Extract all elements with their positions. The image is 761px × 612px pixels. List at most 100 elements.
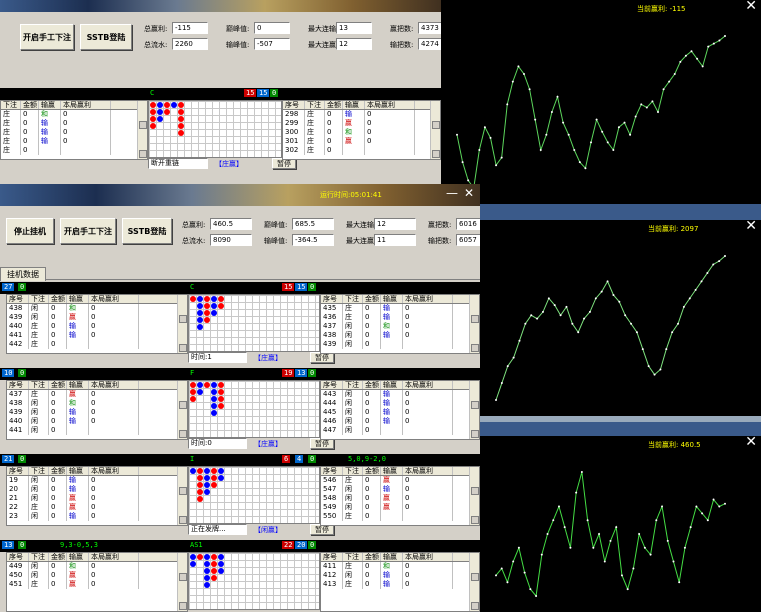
left-table[interactable]: 序号 下注 金额 输赢 本局赢利 19 闲 0 输 0 20 闲 0 输 0 21 闲 0 赢 0 22 庄 0 赢 0 23 闲 0… <box>6 466 188 526</box>
table-row[interactable]: 437 庄 0 赢 0 <box>7 390 187 399</box>
scroll-up-icon[interactable] <box>139 121 147 129</box>
table-row[interactable]: 435 庄 0 输 0 <box>321 304 479 313</box>
w1-button-0[interactable]: 开启手工下注 <box>20 24 74 50</box>
scroll-down-icon[interactable] <box>432 150 440 158</box>
w2-button-0[interactable]: 停止挂机 <box>6 218 54 244</box>
scrollbar[interactable] <box>469 381 479 439</box>
right-table[interactable]: 序号 下注 金额 输赢 本局赢利 546 庄 0 赢 0 547 闲 0 输 0 548 闲 0 赢 0 549 闲 0 赢 0… <box>320 466 480 526</box>
table-row[interactable]: 547 闲 0 输 0 <box>321 485 479 494</box>
scroll-up-icon[interactable] <box>179 401 187 409</box>
scroll-up-icon[interactable] <box>179 487 187 495</box>
scroll-up-icon[interactable] <box>471 315 479 323</box>
table-row[interactable]: 22 庄 0 赢 0 <box>7 503 187 512</box>
table-row[interactable]: 436 庄 0 输 0 <box>321 313 479 322</box>
scrollbar[interactable] <box>469 467 479 525</box>
scrollbar[interactable] <box>177 295 187 353</box>
table-row[interactable]: 450 闲 0 赢 0 <box>7 571 187 580</box>
scroll-up-icon[interactable] <box>471 401 479 409</box>
scrollbar[interactable] <box>137 101 147 159</box>
left-table[interactable]: 序号 下注 金额 输赢 本局赢利 438 闲 0 和 0 439 闲 0 赢 0 440 庄 0 输 0 441 庄 0 输 0… <box>6 294 188 354</box>
scroll-up-icon[interactable] <box>471 487 479 495</box>
scrollbar[interactable] <box>177 553 187 611</box>
table-row[interactable]: 300 庄 0 和 0 <box>283 128 440 137</box>
table-row[interactable]: 441 庄 0 输 0 <box>7 331 187 340</box>
scroll-down-icon[interactable] <box>179 516 187 524</box>
scroll-up-icon[interactable] <box>179 315 187 323</box>
table-cell: 庄 <box>29 390 49 399</box>
table-row[interactable]: 437 闲 0 和 0 <box>321 322 479 331</box>
scroll-down-icon[interactable] <box>139 150 147 158</box>
table-row[interactable]: 庄0和0 <box>1 110 147 119</box>
table-row[interactable]: 441 闲 0 <box>7 426 187 435</box>
scroll-down-icon[interactable] <box>471 602 479 610</box>
table-row[interactable]: 21 闲 0 赢 0 <box>7 494 187 503</box>
table-row[interactable]: 439 闲 0 赢 0 <box>7 313 187 322</box>
w2-button-1[interactable]: 开启手工下注 <box>60 218 116 244</box>
table-row[interactable]: 23 闲 0 输 0 <box>7 512 187 521</box>
table-row[interactable]: 庄0 <box>1 146 147 155</box>
table-row[interactable]: 庄0输0 <box>1 119 147 128</box>
scroll-up-icon[interactable] <box>432 121 440 129</box>
tab-hanging-data[interactable]: 挂机数据 <box>0 267 46 281</box>
table-row[interactable]: 451 庄 0 赢 0 <box>7 580 187 589</box>
left-table[interactable]: 序号 下注 金额 输赢 本局赢利 449 闲 0 和 0 450 闲 0 赢 0 451 庄 0 赢 0 <box>6 552 188 612</box>
table-row[interactable]: 446 闲 0 输 0 <box>321 417 479 426</box>
table-row[interactable]: 443 闲 0 输 0 <box>321 390 479 399</box>
scroll-down-icon[interactable] <box>471 344 479 352</box>
table-row[interactable]: 庄0输0 <box>1 128 147 137</box>
table-row[interactable]: 438 闲 0 输 0 <box>321 331 479 340</box>
table-row[interactable]: 411 庄 0 和 0 <box>321 562 479 571</box>
scrollbar[interactable] <box>177 381 187 439</box>
minimize-icon[interactable]: — <box>446 186 458 200</box>
table-row[interactable]: 449 闲 0 和 0 <box>7 562 187 571</box>
right-table[interactable]: 序号 下注 金额 输赢 本局赢利 411 庄 0 和 0 412 闲 0 输 0 413 庄 0 输 0 <box>320 552 480 612</box>
right-table[interactable]: 序号 下注 金额 输赢 本局赢利 435 庄 0 输 0 436 庄 0 输 0 437 闲 0 和 0 438 闲 0 输 0… <box>320 294 480 354</box>
table-row[interactable]: 549 闲 0 赢 0 <box>321 503 479 512</box>
scrollbar[interactable] <box>469 553 479 611</box>
data-point <box>557 505 560 508</box>
table-row[interactable]: 298 庄 0 输 0 <box>283 110 440 119</box>
w2-button-2[interactable]: SSTB登陆 <box>122 218 172 244</box>
table-row[interactable]: 444 闲 0 输 0 <box>321 399 479 408</box>
table-row[interactable]: 440 闲 0 输 0 <box>7 417 187 426</box>
table-row[interactable]: 19 闲 0 输 0 <box>7 476 187 485</box>
scroll-up-icon[interactable] <box>471 573 479 581</box>
table-row[interactable]: 302 庄 0 <box>283 146 440 155</box>
scroll-down-icon[interactable] <box>179 344 187 352</box>
table-row[interactable]: 438 闲 0 和 0 <box>7 399 187 408</box>
table-row[interactable]: 庄0输0 <box>1 137 147 146</box>
close-icon[interactable]: ✕ <box>464 186 474 200</box>
data-point <box>461 161 464 164</box>
table-row[interactable]: 439 闲 0 输 0 <box>7 408 187 417</box>
table-row[interactable]: 445 闲 0 输 0 <box>321 408 479 417</box>
right-table[interactable]: 序号 下注 金额 输赢 本局赢利 298 庄 0 输 0 299 庄 0 赢 0 300 庄 0 和 0 301 庄 0 赢 0… <box>282 100 441 160</box>
scroll-down-icon[interactable] <box>179 430 187 438</box>
scroll-down-icon[interactable] <box>471 516 479 524</box>
table-row[interactable]: 550 庄 0 <box>321 512 479 521</box>
table-row[interactable]: 413 庄 0 输 0 <box>321 580 479 589</box>
table-row[interactable]: 442 庄 0 <box>7 340 187 349</box>
data-point <box>606 141 609 144</box>
scroll-down-icon[interactable] <box>471 430 479 438</box>
left-table[interactable]: 下注 金额 输赢 本局赢利庄 0 和 0 庄 0 输 0 庄 0 输 0 庄 0 输 0 庄 0 <box>0 100 148 160</box>
scrollbar[interactable] <box>430 101 440 159</box>
table-row[interactable]: 546 庄 0 赢 0 <box>321 476 479 485</box>
scroll-down-icon[interactable] <box>179 602 187 610</box>
table-row[interactable]: 439 闲 0 <box>321 340 479 349</box>
table-row[interactable]: 447 闲 0 <box>321 426 479 435</box>
table-row[interactable]: 301 庄 0 赢 0 <box>283 137 440 146</box>
right-table[interactable]: 序号 下注 金额 输赢 本局赢利 443 闲 0 输 0 444 闲 0 输 0 445 闲 0 输 0 446 闲 0 输 0… <box>320 380 480 440</box>
bead-icon <box>178 116 184 122</box>
table-row[interactable]: 299 庄 0 赢 0 <box>283 119 440 128</box>
table-row[interactable]: 438 闲 0 和 0 <box>7 304 187 313</box>
scrollbar[interactable] <box>469 295 479 353</box>
table-row[interactable]: 440 庄 0 输 0 <box>7 322 187 331</box>
w1-button-1[interactable]: SSTB登陆 <box>80 24 132 50</box>
scroll-up-icon[interactable] <box>179 573 187 581</box>
left-table[interactable]: 序号 下注 金额 输赢 本局赢利 437 庄 0 赢 0 438 闲 0 和 0 439 闲 0 输 0 440 闲 0 输 0… <box>6 380 188 440</box>
table-cell: 0 <box>89 485 139 494</box>
table-row[interactable]: 412 闲 0 输 0 <box>321 571 479 580</box>
scrollbar[interactable] <box>177 467 187 525</box>
table-row[interactable]: 548 闲 0 赢 0 <box>321 494 479 503</box>
table-row[interactable]: 20 闲 0 输 0 <box>7 485 187 494</box>
